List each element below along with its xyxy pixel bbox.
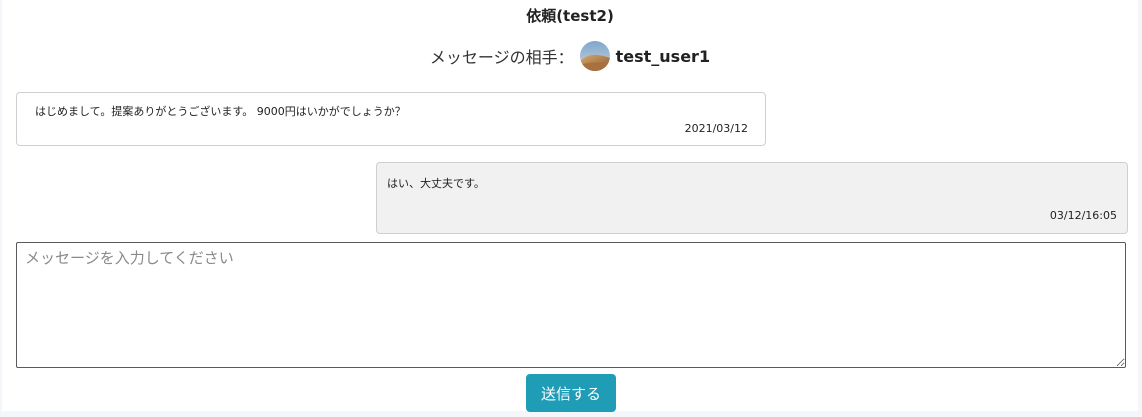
message-bubble-sent: はい、大丈夫です。 03/12/16:05	[376, 162, 1128, 234]
partner-name: test_user1	[615, 46, 711, 66]
message-partner: メッセージの相手： test_user1	[2, 41, 1138, 71]
page-title: 依頼(test2)	[526, 7, 614, 25]
message-input[interactable]	[16, 242, 1126, 368]
avatar	[579, 41, 610, 71]
message-date: 2021/03/12	[684, 122, 748, 135]
message-text: はい、大丈夫です。	[387, 177, 485, 190]
send-button[interactable]: 送信する	[526, 374, 616, 412]
message-bubble-received: はじめまして。提案ありがとうございます。 9000円はいかがでしょうか？ 202…	[16, 92, 766, 146]
message-date: 03/12/16:05	[1049, 209, 1117, 222]
chat-page: 依頼(test2) メッセージの相手： test_user1 はじめまして。提案…	[2, 0, 1138, 412]
message-text: はじめまして。提案ありがとうございます。 9000円はいかがでしょうか？	[35, 105, 406, 118]
partner-label: メッセージの相手：	[429, 48, 574, 67]
